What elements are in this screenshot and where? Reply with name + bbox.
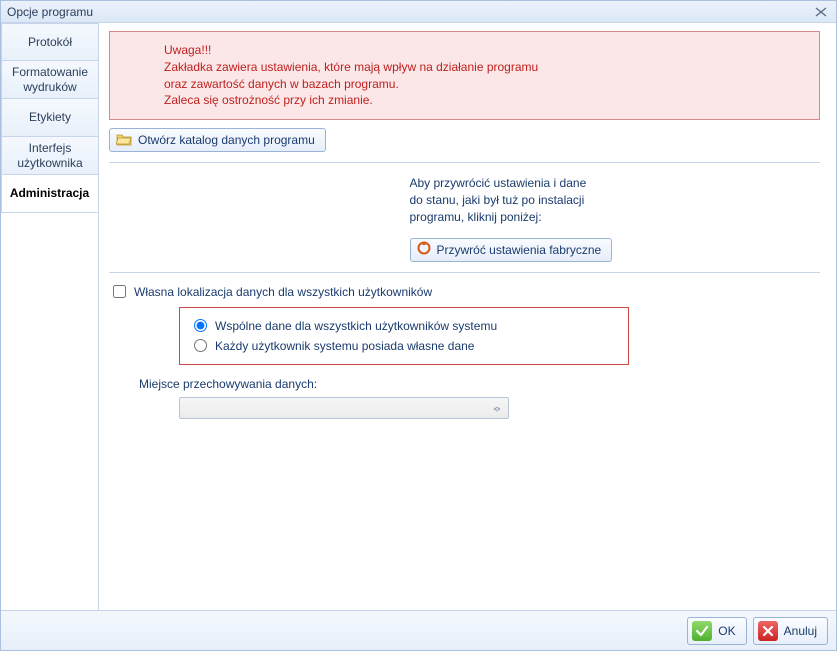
dialog-footer: OK Anuluj (1, 610, 836, 650)
warning-line: oraz zawartość danych w bazach programu. (164, 76, 805, 93)
titlebar: Opcje programu (1, 1, 836, 23)
x-icon (758, 621, 778, 641)
tab-label: Protokół (28, 35, 72, 49)
window-body: Protokół Formatowanie wydruków Etykiety … (1, 23, 836, 610)
warning-title: Uwaga!!! (164, 42, 805, 59)
divider (109, 162, 820, 163)
restore-line: Aby przywrócić ustawienia i dane (410, 175, 630, 192)
button-label: Przywróć ustawienia fabryczne (437, 243, 602, 257)
restore-text: Aby przywrócić ustawienia i dane do stan… (410, 175, 630, 225)
data-mode-radio-group: Wspólne dane dla wszystkich użytkowników… (179, 307, 629, 365)
tab-protokol[interactable]: Protokół (1, 23, 98, 61)
radio-shared-row[interactable]: Wspólne dane dla wszystkich użytkowników… (194, 316, 614, 336)
close-icon[interactable] (812, 5, 830, 19)
divider (109, 272, 820, 273)
radio-shared[interactable] (194, 319, 207, 332)
tab-label: Administracja (10, 186, 89, 200)
radio-label: Każdy użytkownik systemu posiada własne … (215, 339, 474, 353)
window-title: Opcje programu (7, 5, 812, 19)
checkbox-label: Własna lokalizacja danych dla wszystkich… (134, 285, 432, 299)
restore-line: programu, kliknij poniżej: (410, 209, 630, 226)
button-label: Otwórz katalog danych programu (138, 133, 315, 147)
tab-strip: Protokół Formatowanie wydruków Etykiety … (1, 23, 99, 610)
restore-factory-button[interactable]: Przywróć ustawienia fabryczne (410, 238, 613, 262)
restore-block: Aby przywrócić ustawienia i dane do stan… (109, 175, 820, 261)
button-label: OK (718, 624, 735, 638)
radio-label: Wspólne dane dla wszystkich użytkowników… (215, 319, 497, 333)
tab-label: Formatowanie wydruków (8, 65, 92, 94)
tab-formatowanie[interactable]: Formatowanie wydruków (1, 61, 98, 99)
restore-block-inner: Aby przywrócić ustawienia i dane do stan… (410, 175, 630, 261)
tab-interfejs[interactable]: Interfejs użytkownika (1, 137, 98, 175)
warning-line: Zakładka zawiera ustawienia, które mają … (164, 59, 805, 76)
cancel-button[interactable]: Anuluj (753, 617, 828, 645)
check-icon (692, 621, 712, 641)
own-location-checkbox-row[interactable]: Własna lokalizacja danych dla wszystkich… (113, 285, 820, 299)
warning-line: Zaleca się ostrożność przy ich zmianie. (164, 92, 805, 109)
own-location-checkbox[interactable] (113, 285, 126, 298)
folder-icon (116, 132, 132, 149)
radio-individual[interactable] (194, 339, 207, 352)
tab-content: Uwaga!!! Zakładka zawiera ustawienia, kt… (99, 23, 836, 610)
restore-line: do stanu, jaki był tuż po instalacji (410, 192, 630, 209)
warning-box: Uwaga!!! Zakładka zawiera ustawienia, kt… (109, 31, 820, 120)
storage-location-combo[interactable] (179, 397, 509, 419)
options-window: Opcje programu Protokół Formatowanie wyd… (0, 0, 837, 651)
tab-label: Etykiety (29, 110, 71, 124)
tab-etykiety[interactable]: Etykiety (1, 99, 98, 137)
ok-button[interactable]: OK (687, 617, 746, 645)
tab-administracja[interactable]: Administracja (1, 175, 98, 213)
storage-label: Miejsce przechowywania danych: (139, 377, 820, 391)
open-catalog-button[interactable]: Otwórz katalog danych programu (109, 128, 326, 152)
radio-individual-row[interactable]: Każdy użytkownik systemu posiada własne … (194, 336, 614, 356)
tab-label: Interfejs użytkownika (8, 141, 92, 170)
button-label: Anuluj (784, 624, 817, 638)
reset-icon (417, 241, 431, 258)
chevron-down-icon (490, 402, 504, 416)
